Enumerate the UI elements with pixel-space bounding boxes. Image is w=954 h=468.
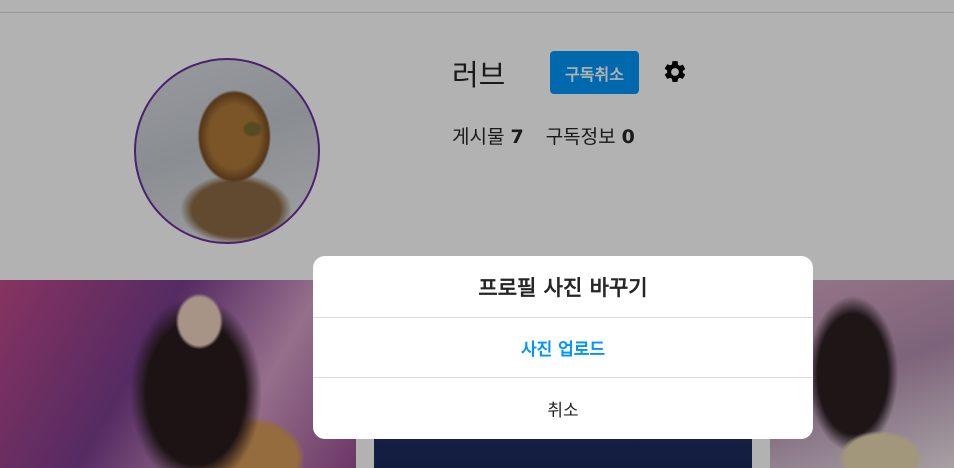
upload-photo-button[interactable]: 사진 업로드 — [313, 318, 813, 378]
change-profile-photo-dialog: 프로필 사진 바꾸기 사진 업로드 취소 — [313, 256, 813, 439]
dialog-title: 프로필 사진 바꾸기 — [313, 256, 813, 318]
cancel-button[interactable]: 취소 — [313, 378, 813, 439]
